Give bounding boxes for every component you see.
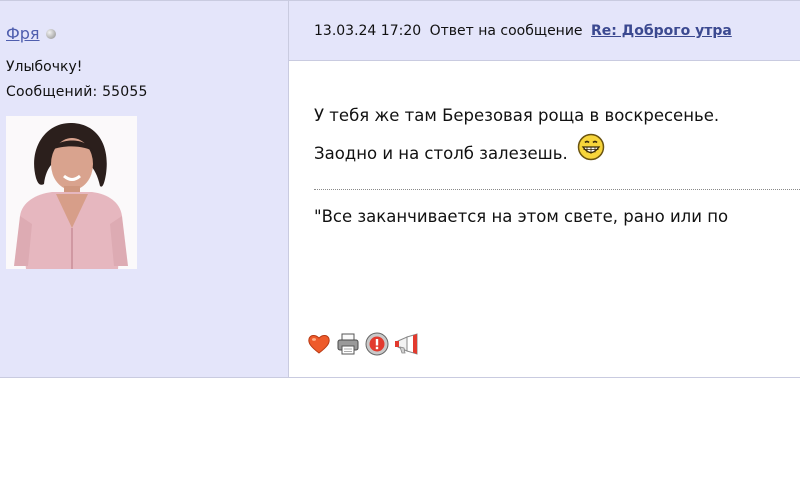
grin-smiley-icon <box>577 133 605 161</box>
reply-to-link[interactable]: Re: Доброго утра <box>591 23 732 39</box>
posts-label: Сообщений: <box>6 84 98 100</box>
author-post-count: Сообщений: 55055 <box>6 84 148 100</box>
post-body-line: Заодно и на столб залезешь. <box>314 144 568 163</box>
avatar <box>6 116 137 269</box>
post-actions <box>306 331 419 357</box>
offline-status-icon <box>45 28 56 39</box>
reply-prefix: Ответ на сообщение <box>429 23 583 39</box>
author-panel: Фря Улыбочку! Сообщений: 55055 <box>0 1 289 377</box>
post-body-line-with-smiley: Заодно и на столб залезешь. <box>314 133 719 171</box>
author-status-text: Улыбочку! <box>6 59 83 75</box>
post-content: 13.03.24 17:20 Ответ на сообщение Re: До… <box>289 1 800 377</box>
signature-separator <box>314 189 800 190</box>
post-meta: 13.03.24 17:20 Ответ на сообщение Re: До… <box>314 23 732 39</box>
post-body: У тебя же там Березовая роща в воскресен… <box>314 99 719 171</box>
forum-post: Фря Улыбочку! Сообщений: 55055 13.03.24 … <box>0 0 800 378</box>
megaphone-icon[interactable] <box>393 331 419 357</box>
printer-icon[interactable] <box>335 331 361 357</box>
signature-text: "Все заканчивается на этом свете, рано и… <box>314 207 729 226</box>
alert-icon[interactable] <box>364 331 390 357</box>
posts-count: 55055 <box>102 84 148 100</box>
post-header: 13.03.24 17:20 Ответ на сообщение Re: До… <box>289 1 800 61</box>
author-name-row: Фря <box>6 24 56 43</box>
avatar-photo <box>6 116 137 269</box>
author-name-link[interactable]: Фря <box>6 24 40 43</box>
heart-icon[interactable] <box>306 331 332 357</box>
post-datetime: 13.03.24 17:20 <box>314 23 422 39</box>
post-body-line: У тебя же там Березовая роща в воскресен… <box>314 106 720 125</box>
